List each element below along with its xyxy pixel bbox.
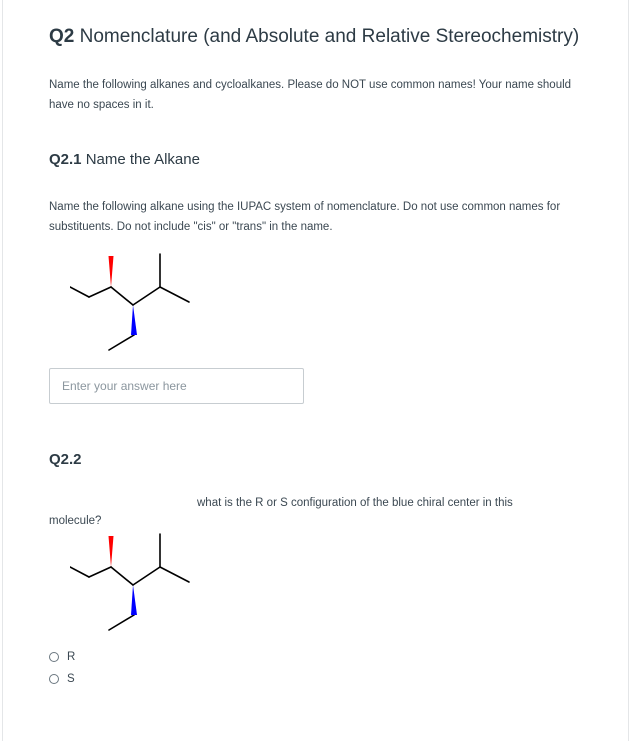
- bond-line: [108, 614, 135, 631]
- red-wedge-bond: [108, 256, 114, 287]
- blue-wedge-bond: [131, 585, 137, 615]
- bond-line: [132, 566, 161, 586]
- question-number: Q2: [49, 26, 75, 47]
- radio-label-s: S: [67, 673, 75, 685]
- answer-input-q21[interactable]: [49, 368, 304, 404]
- bond-line: [110, 286, 134, 306]
- bond-line: [159, 566, 190, 583]
- radio-button-r[interactable]: [49, 652, 59, 662]
- radio-label-r: R: [67, 651, 76, 663]
- question-title-text: Nomenclature (and Absolute and Relative …: [79, 26, 580, 47]
- bond-line: [70, 566, 90, 578]
- redaction-smudge: [86, 455, 186, 469]
- subquestion-text-q22: what is the R or S configuration of the …: [197, 497, 513, 509]
- bond-line: [110, 566, 134, 586]
- radio-button-s[interactable]: [49, 674, 59, 684]
- molecule-structure-1: [70, 253, 190, 351]
- bond-line: [88, 566, 112, 578]
- subquestion-instructions-q21: Name the following alkane using the IUPA…: [49, 201, 561, 233]
- subquestion-title-q21: Q2.1 Name the Alkane: [49, 151, 200, 168]
- red-wedge-bond: [108, 536, 114, 567]
- radio-option-s[interactable]: S: [49, 673, 75, 685]
- question-intro: Name the following alkanes and cycloalka…: [49, 79, 572, 111]
- radio-option-r[interactable]: R: [49, 651, 75, 663]
- bond-line: [159, 286, 190, 303]
- subquestion-title-text-q21: Name the Alkane: [85, 151, 200, 168]
- question-title: Q2 Nomenclature (and Absolute and Relati…: [49, 26, 579, 48]
- bond-line: [70, 286, 90, 298]
- subquestion-number-q22: Q2.2: [49, 451, 82, 468]
- subquestion-number-q21: Q2.1: [49, 151, 82, 168]
- molecule-structure-2: [70, 533, 190, 631]
- bond-line: [88, 286, 112, 298]
- bond-line: [132, 286, 161, 306]
- blue-wedge-bond: [131, 305, 137, 335]
- bond-line: [108, 334, 135, 351]
